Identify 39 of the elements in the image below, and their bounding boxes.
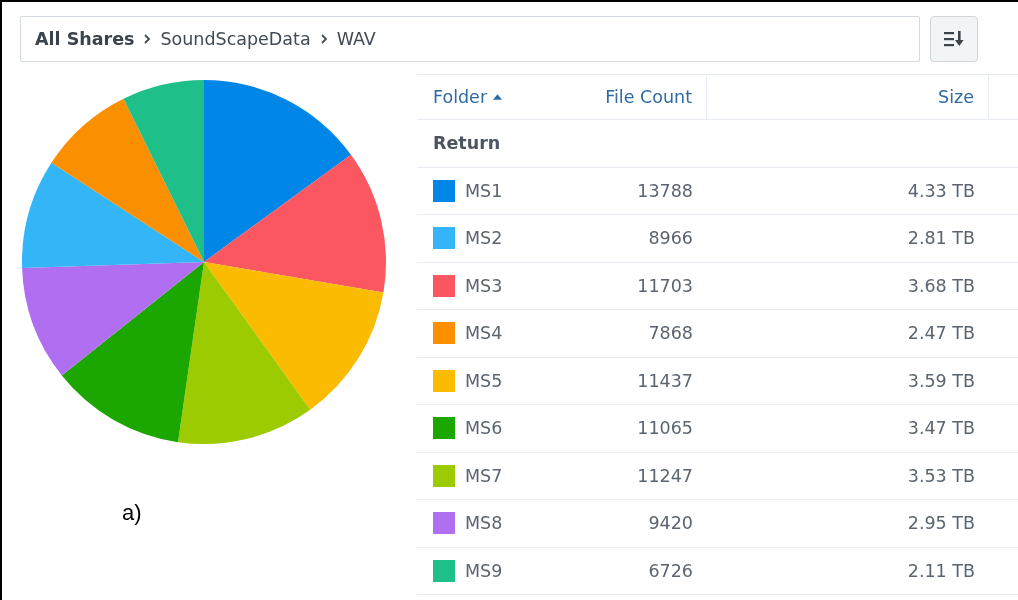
sort-button[interactable]: [930, 16, 978, 62]
breadcrumb-item[interactable]: SoundScapeData: [160, 29, 311, 49]
table-cell-text: 3.68 TB: [906, 275, 976, 296]
table-cell-text: 7868: [647, 323, 694, 344]
table-cell-text: 6726: [647, 560, 694, 581]
folder-name: MS9: [465, 560, 503, 581]
table-cell-text: 3.47 TB: [906, 418, 976, 439]
table-cell-text: 3.59 TB: [906, 370, 976, 391]
breadcrumb-item[interactable]: WAV: [336, 29, 376, 49]
table-cell-text: 11703: [636, 275, 694, 296]
table-cell-text: 8966: [647, 228, 694, 249]
column-header[interactable]: Size: [707, 75, 989, 119]
folder-name: MS2: [465, 228, 503, 249]
folder-name: MS5: [465, 370, 503, 391]
table-cell-text: 4.33 TB: [906, 180, 976, 201]
table-cell-text: 9420: [647, 513, 694, 534]
breadcrumb-item[interactable]: All Shares: [35, 29, 135, 49]
table-cell-text: 3.53 TB: [906, 465, 976, 486]
figure-caption: a): [122, 500, 142, 526]
folder-name: MS3: [465, 275, 503, 296]
table-cell-text: 2.81 TB: [906, 228, 976, 249]
chevron-icon: [318, 33, 329, 45]
table-cell-text: 2.11 TB: [906, 560, 976, 581]
folder-name: MS4: [465, 323, 503, 344]
table-cell-text: 11247: [636, 465, 694, 486]
sort-icon: [943, 29, 965, 49]
column-header[interactable]: Folder: [417, 75, 577, 119]
folder-name: MS6: [465, 418, 503, 439]
folder-name: MS8: [465, 513, 503, 534]
folder-name: MS7: [465, 465, 503, 486]
column-header[interactable]: File Count: [577, 75, 707, 119]
table-cell-text: 13788: [636, 180, 694, 201]
folder-name: MS1: [465, 180, 503, 201]
table-cell-text: 2.95 TB: [906, 513, 976, 534]
table-cell-text: 11437: [636, 370, 694, 391]
table-cell-text: 2.47 TB: [906, 323, 976, 344]
group-label: Return: [432, 133, 501, 154]
table-cell-text: 11065: [636, 418, 694, 439]
chevron-icon: [142, 33, 153, 45]
